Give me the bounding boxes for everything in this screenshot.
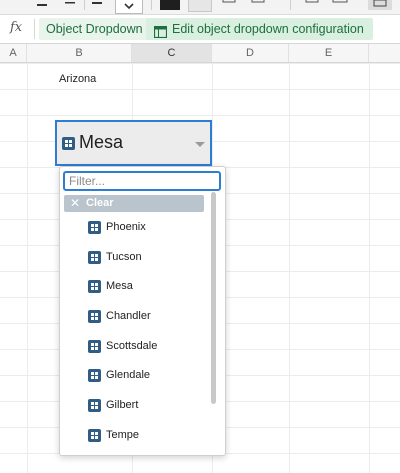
option-item[interactable]: Gilbert xyxy=(88,396,208,416)
toolbar-divider xyxy=(84,0,85,10)
toolbar-divider xyxy=(290,0,291,10)
underline-icon[interactable] xyxy=(35,0,49,10)
borders-icon[interactable] xyxy=(221,0,237,10)
dropdown-selected-value: Mesa xyxy=(79,132,124,152)
filter-input[interactable] xyxy=(63,171,221,191)
object-dropdown-cell[interactable]: Mesa xyxy=(55,120,212,166)
option-label: Gilbert xyxy=(106,399,139,411)
layout-icon[interactable] xyxy=(368,0,392,10)
fx-icon: fx xyxy=(10,20,23,35)
chevron-down-icon[interactable] xyxy=(115,0,143,14)
grid-column-line xyxy=(289,63,290,473)
merge-icon[interactable] xyxy=(250,0,266,10)
cell-b3[interactable]: Arizona xyxy=(59,73,96,85)
text-format-icon[interactable] xyxy=(8,0,20,10)
column-header-b[interactable]: B xyxy=(27,44,132,62)
option-item[interactable]: Mesa xyxy=(88,277,208,297)
building-icon xyxy=(88,429,101,442)
building-icon xyxy=(88,251,101,264)
column-header-d[interactable]: D xyxy=(212,44,289,62)
clear-button[interactable]: ✕ Clear xyxy=(64,195,204,212)
grid-column-line xyxy=(369,63,370,473)
grid-icon[interactable] xyxy=(304,0,320,10)
chevron-down-icon[interactable] xyxy=(195,142,205,147)
edit-config-label: Edit object dropdown configuration xyxy=(172,22,364,36)
clear-label: Clear xyxy=(86,197,114,209)
alignment-icon[interactable] xyxy=(62,0,78,10)
grid-row-line xyxy=(0,89,400,90)
fill-color-swatch[interactable] xyxy=(188,0,212,12)
option-label: Scottsdale xyxy=(106,340,158,352)
text-color-swatch[interactable] xyxy=(160,0,180,10)
grid-column-line xyxy=(27,63,28,473)
grid-row-line xyxy=(0,63,400,64)
column-header-e[interactable]: E xyxy=(289,44,369,62)
option-label: Chandler xyxy=(106,310,151,322)
column-headers: A B C D E xyxy=(0,44,400,63)
option-label: Tucson xyxy=(106,251,142,263)
option-item[interactable]: Chandler xyxy=(88,307,208,327)
column-header-a[interactable]: A xyxy=(0,44,27,62)
toolbar xyxy=(0,0,400,15)
fill-icon[interactable] xyxy=(90,0,106,10)
wrap-icon[interactable] xyxy=(330,0,350,10)
formula-bar: fx Object Dropdown Edit object dropdown … xyxy=(0,15,400,44)
building-icon xyxy=(88,280,101,293)
edit-config-button[interactable]: Edit object dropdown configuration xyxy=(146,18,373,40)
option-label: Tempe xyxy=(106,429,140,441)
dropdown-popup: ✕ Clear Phoenix Tucson Mesa Chandler Sco… xyxy=(59,166,226,456)
toolbar-divider xyxy=(151,0,152,10)
building-icon xyxy=(88,221,101,234)
grid-row-line xyxy=(0,115,400,116)
cell-type-label: Object Dropdown xyxy=(39,18,150,40)
option-item[interactable]: Scottsdale xyxy=(88,337,208,357)
building-icon xyxy=(88,369,101,382)
close-icon: ✕ xyxy=(70,196,81,210)
option-label: Glendale xyxy=(106,369,151,381)
column-header-f[interactable] xyxy=(369,44,400,62)
formula-divider xyxy=(34,19,35,39)
building-icon xyxy=(62,137,75,150)
option-item[interactable]: Phoenix xyxy=(88,218,208,238)
building-icon xyxy=(88,399,101,412)
building-icon xyxy=(88,310,101,323)
option-item[interactable]: Glendale xyxy=(88,366,208,386)
option-label: Phoenix xyxy=(106,221,146,233)
table-icon xyxy=(153,23,168,39)
option-item[interactable]: Tempe xyxy=(88,426,208,446)
popup-scrollbar[interactable] xyxy=(211,192,216,404)
option-item[interactable]: Tucson xyxy=(88,248,208,268)
column-header-c[interactable]: C xyxy=(132,44,212,62)
option-label: Mesa xyxy=(106,280,133,292)
building-icon xyxy=(88,340,101,353)
